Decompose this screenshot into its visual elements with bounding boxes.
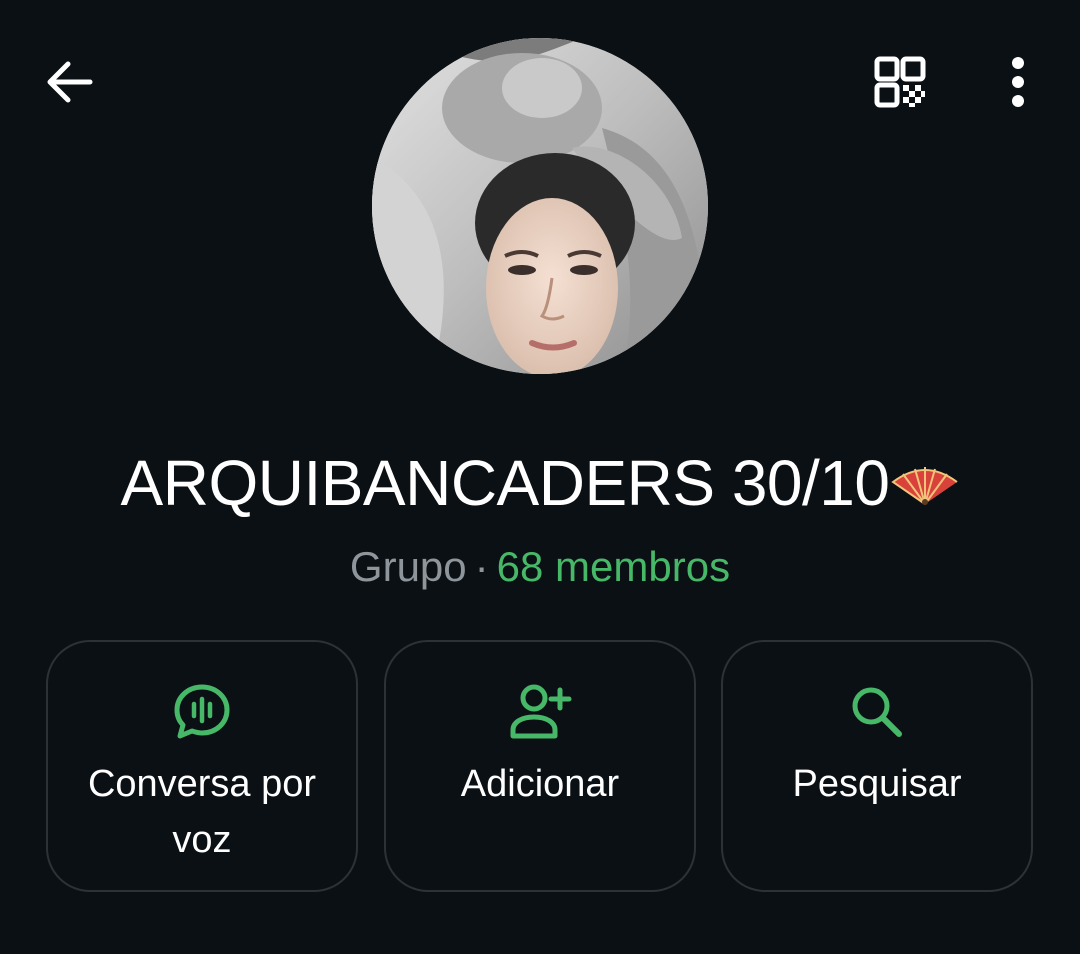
folding-fan-emoji-icon	[891, 447, 959, 521]
group-name: ARQUIBANCADERS 30/10	[120, 447, 890, 519]
voice-chat-label: Conversa por voz	[87, 763, 317, 861]
search-label: Pesquisar	[792, 763, 962, 805]
add-member-button[interactable]: Adicionar	[384, 640, 696, 892]
qr-code-icon	[874, 56, 926, 108]
qr-code-button[interactable]	[870, 52, 930, 112]
add-member-label: Adicionar	[460, 763, 620, 805]
search-icon	[845, 680, 909, 744]
members-count-link[interactable]: 68 membros	[497, 543, 730, 590]
separator-dot: ·	[474, 543, 489, 590]
voice-chat-icon	[170, 680, 234, 744]
search-button[interactable]: Pesquisar	[721, 640, 1033, 892]
more-vertical-icon	[1012, 57, 1024, 107]
back-button[interactable]	[40, 56, 96, 108]
group-avatar[interactable]	[372, 38, 708, 374]
group-type: Grupo	[349, 543, 467, 590]
arrow-left-icon	[47, 61, 93, 103]
group-subtitle: Grupo · 68 membros	[0, 543, 1080, 591]
avatar-image	[372, 38, 708, 374]
more-options-button[interactable]	[996, 52, 1040, 112]
voice-chat-button[interactable]: Conversa por voz	[46, 640, 358, 892]
add-person-icon	[508, 680, 572, 744]
group-title: ARQUIBANCADERS 30/10	[0, 446, 1080, 525]
